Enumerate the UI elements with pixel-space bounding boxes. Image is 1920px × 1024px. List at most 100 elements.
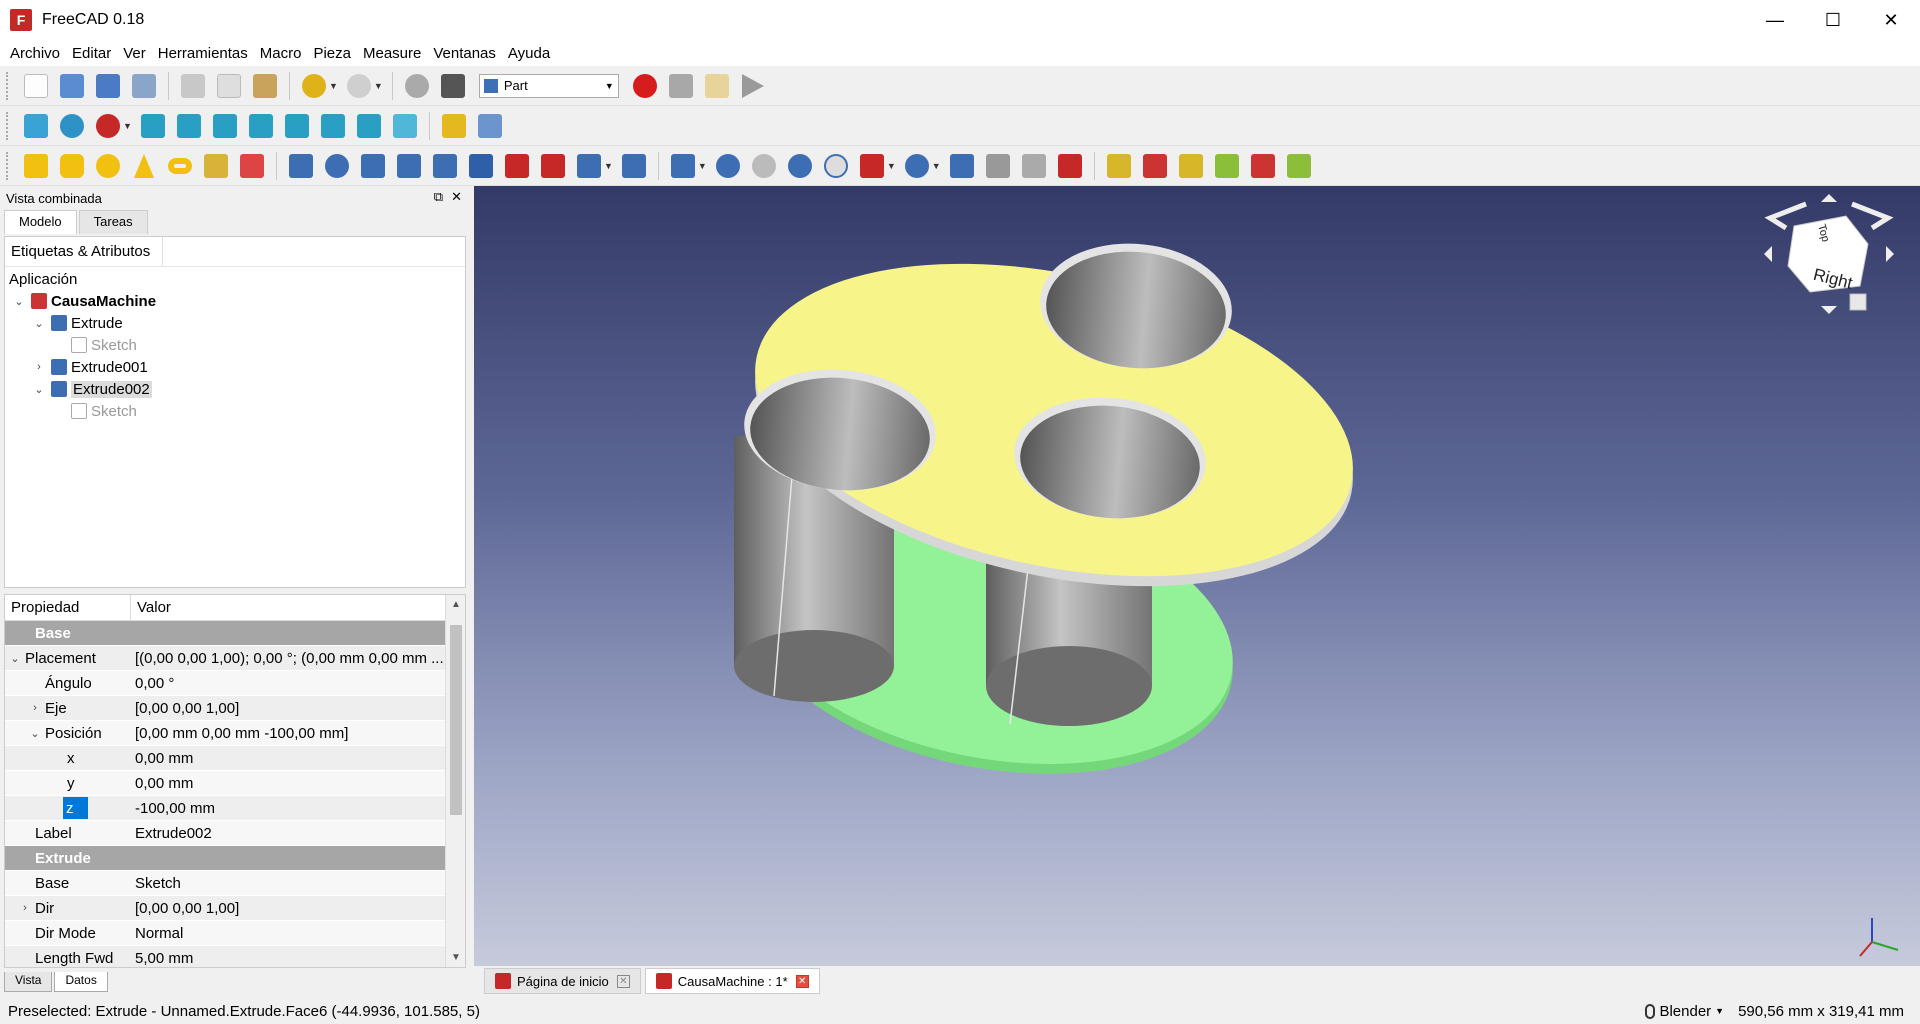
tab-causamachine[interactable]: CausaMachine : 1* ✕: [644, 968, 820, 994]
fillet-button[interactable]: [394, 151, 424, 181]
create-cylinder-button[interactable]: [57, 151, 87, 181]
tree-column-label[interactable]: Etiquetas & Atributos: [11, 236, 164, 267]
measure-distance-button[interactable]: [390, 111, 420, 141]
close-window-button[interactable]: ✕: [1862, 0, 1920, 40]
mirror-button[interactable]: [358, 151, 388, 181]
macro-record-button[interactable]: [630, 71, 660, 101]
view-rear-button[interactable]: [282, 111, 312, 141]
macro-edit-button[interactable]: [702, 71, 732, 101]
offset-dropdown-icon[interactable]: ▼: [604, 161, 613, 171]
property-row[interactable]: Base Sketch: [5, 871, 465, 896]
menu-pieza[interactable]: Pieza: [307, 45, 357, 62]
loft-button[interactable]: [538, 151, 568, 181]
create-torus-button[interactable]: [165, 151, 195, 181]
property-value[interactable]: Extrude002: [131, 821, 465, 845]
extrude-button[interactable]: [286, 151, 316, 181]
close-tab-icon[interactable]: ✕: [616, 974, 630, 988]
property-row-selected[interactable]: z -100,00 mm: [5, 796, 465, 821]
property-row[interactable]: y 0,00 mm: [5, 771, 465, 796]
menu-ver[interactable]: Ver: [117, 45, 152, 62]
join-features-button[interactable]: [857, 151, 887, 181]
split-dropdown-icon[interactable]: ▼: [932, 161, 941, 171]
menu-archivo[interactable]: Archivo: [4, 45, 66, 62]
expand-arrow-icon[interactable]: ⌄: [25, 727, 45, 740]
toolbar-grip[interactable]: [6, 151, 12, 180]
tab-datos[interactable]: Datos: [54, 972, 108, 992]
property-row[interactable]: › Eje [0,00 0,00 1,00]: [5, 696, 465, 721]
navigation-cube[interactable]: Right Top: [1764, 194, 1894, 314]
shape-builder-button[interactable]: [237, 151, 267, 181]
scroll-up-icon[interactable]: ▲: [446, 599, 465, 610]
tab-start-page[interactable]: Página de inicio ✕: [484, 968, 641, 994]
value-column-header[interactable]: Valor: [131, 595, 171, 620]
measure-linear-button[interactable]: [1104, 151, 1134, 181]
join-dropdown-icon[interactable]: ▼: [887, 161, 896, 171]
create-primitives-button[interactable]: [201, 151, 231, 181]
property-value[interactable]: 5,00 mm: [131, 946, 465, 967]
view-bottom-button[interactable]: [318, 111, 348, 141]
measure-angular-button[interactable]: [1140, 151, 1170, 181]
expand-arrow-icon[interactable]: ⌄: [31, 317, 47, 330]
whats-this-button[interactable]: [438, 71, 468, 101]
save-as-button[interactable]: [129, 71, 159, 101]
common-button[interactable]: [821, 151, 851, 181]
menu-macro[interactable]: Macro: [254, 45, 308, 62]
3d-scene[interactable]: Right Top: [474, 186, 1920, 966]
property-value[interactable]: -100,00 mm: [131, 796, 465, 820]
tree-item-sketch[interactable]: Sketch: [5, 400, 465, 422]
property-row[interactable]: Ángulo 0,00 °: [5, 671, 465, 696]
property-column-header[interactable]: Propiedad: [5, 595, 131, 620]
make-face-button[interactable]: [466, 151, 496, 181]
orbit-up-icon[interactable]: [1821, 194, 1837, 202]
scroll-down-icon[interactable]: ▼: [446, 952, 465, 963]
sweep-button[interactable]: [574, 151, 604, 181]
undo-dropdown-icon[interactable]: ▼: [329, 81, 338, 91]
property-row[interactable]: x 0,00 mm: [5, 746, 465, 771]
cross-sections-button[interactable]: [1055, 151, 1085, 181]
copy-button[interactable]: [214, 71, 244, 101]
save-button[interactable]: [93, 71, 123, 101]
redo-button[interactable]: [344, 71, 374, 101]
view-top-button[interactable]: [210, 111, 240, 141]
property-value[interactable]: Sketch: [131, 871, 465, 895]
macro-stop-button[interactable]: [666, 71, 696, 101]
tab-modelo[interactable]: Modelo: [4, 210, 77, 234]
view-menu-icon[interactable]: [1849, 293, 1867, 311]
3d-viewport[interactable]: Right Top: [474, 186, 1920, 966]
expand-arrow-icon[interactable]: ⌄: [5, 652, 25, 665]
chamfer-button[interactable]: [430, 151, 460, 181]
check-geometry-button[interactable]: [947, 151, 977, 181]
property-value[interactable]: [0,00 0,00 1,00]: [131, 696, 465, 720]
tree-item-extrude[interactable]: ⌄ Extrude: [5, 312, 465, 334]
menu-measure[interactable]: Measure: [357, 45, 427, 62]
tree-item-document[interactable]: ⌄ CausaMachine: [5, 290, 465, 312]
view-right-button[interactable]: [246, 111, 276, 141]
create-sphere-button[interactable]: [93, 151, 123, 181]
create-part-button[interactable]: [439, 111, 469, 141]
macro-run-button[interactable]: [738, 71, 768, 101]
toggle-all-button[interactable]: [1248, 151, 1278, 181]
new-document-button[interactable]: [21, 71, 51, 101]
fit-selection-button[interactable]: [57, 111, 87, 141]
orbit-left-icon[interactable]: [1764, 246, 1772, 262]
property-scrollbar[interactable]: ▲ ▼: [445, 595, 465, 967]
rotate-right-icon[interactable]: [1851, 201, 1894, 231]
create-cone-button[interactable]: [129, 151, 159, 181]
menu-editar[interactable]: Editar: [66, 45, 117, 62]
open-button[interactable]: [57, 71, 87, 101]
tree-item-extrude001[interactable]: › Extrude001: [5, 356, 465, 378]
tab-tareas[interactable]: Tareas: [78, 210, 148, 234]
create-cube-button[interactable]: [21, 151, 51, 181]
expand-arrow-icon[interactable]: ⌄: [31, 383, 47, 396]
redo-dropdown-icon[interactable]: ▼: [374, 81, 383, 91]
collapse-arrow-icon[interactable]: ›: [15, 902, 35, 914]
menu-ventanas[interactable]: Ventanas: [427, 45, 502, 62]
property-value[interactable]: 0,00 °: [131, 671, 465, 695]
property-value[interactable]: [0,00 0,00 1,00]: [131, 896, 465, 920]
create-group-button[interactable]: [475, 111, 505, 141]
toolbar-grip[interactable]: [6, 111, 12, 140]
property-row[interactable]: › Dir [0,00 0,00 1,00]: [5, 896, 465, 921]
property-row[interactable]: Length Fwd 5,00 mm: [5, 946, 465, 967]
collapse-arrow-icon[interactable]: ›: [31, 361, 47, 373]
tree-item-extrude002[interactable]: ⌄ Extrude002: [5, 378, 465, 400]
